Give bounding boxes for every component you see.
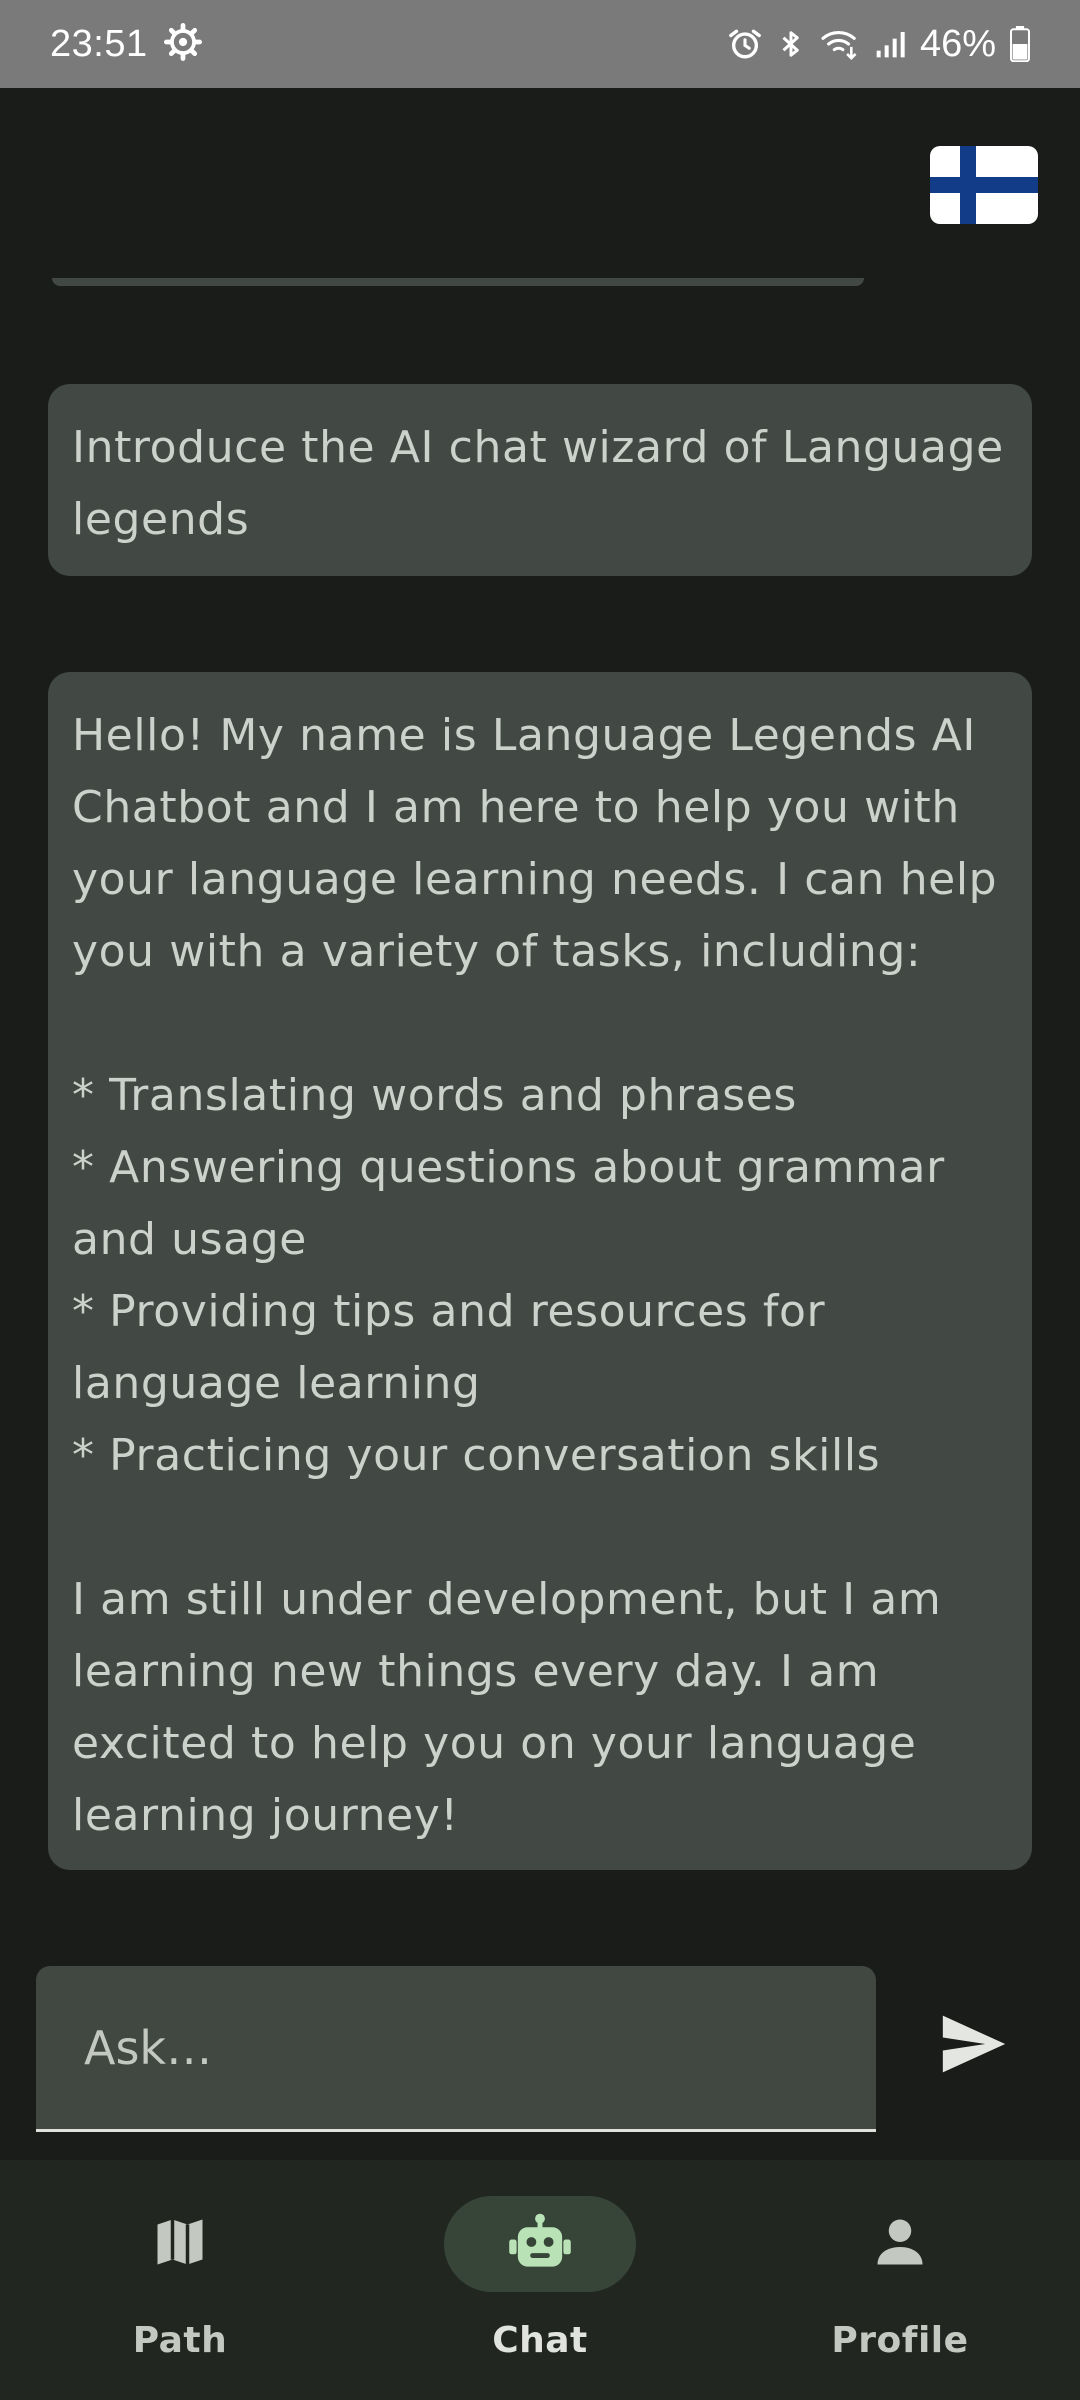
nav-pill-path — [84, 2196, 276, 2292]
chat-screen: 23:51 46% Introduce the AI chat wizard o… — [0, 0, 1080, 2400]
top-app-bar — [0, 88, 1080, 278]
chat-message-list[interactable]: Introduce the AI chat wizard of Language… — [0, 278, 1080, 1918]
nav-item-path[interactable]: Path — [0, 2160, 360, 2400]
nav-label-path: Path — [132, 2320, 228, 2361]
status-right: 46% — [728, 23, 1030, 66]
nav-label-profile: Profile — [831, 2320, 969, 2361]
finland-flag-icon[interactable] — [930, 146, 1038, 224]
battery-icon — [1010, 26, 1030, 62]
nav-pill-profile — [804, 2196, 996, 2292]
ask-field[interactable] — [36, 1966, 876, 2132]
nav-item-chat[interactable]: Chat — [360, 2160, 720, 2400]
nav-pill-chat — [444, 2196, 636, 2292]
ask-input[interactable] — [36, 1966, 876, 2129]
wifi-icon — [820, 27, 860, 61]
settings-gear-icon — [163, 22, 202, 66]
bot-message: Hello! My name is Language Legends AI Ch… — [48, 672, 1032, 1870]
battery-percent: 46% — [919, 22, 996, 65]
alarm-icon — [728, 27, 762, 61]
user-message: Introduce the AI chat wizard of Language… — [48, 384, 1032, 576]
bottom-navigation: Path Chat Profile — [0, 2160, 1080, 2400]
nav-label-chat: Chat — [492, 2320, 588, 2361]
send-button[interactable] — [924, 1996, 1024, 2096]
nav-item-profile[interactable]: Profile — [720, 2160, 1080, 2400]
robot-icon — [508, 2212, 572, 2276]
status-bar: 23:51 46% — [0, 0, 1080, 88]
bluetooth-icon — [776, 27, 806, 61]
status-time: 23:51 — [50, 22, 148, 65]
status-left: 23:51 — [50, 22, 202, 66]
send-icon — [940, 2014, 1008, 2078]
map-icon — [150, 2212, 210, 2276]
person-icon — [870, 2212, 930, 2276]
previous-message-edge — [52, 278, 864, 286]
signal-icon — [874, 27, 906, 61]
